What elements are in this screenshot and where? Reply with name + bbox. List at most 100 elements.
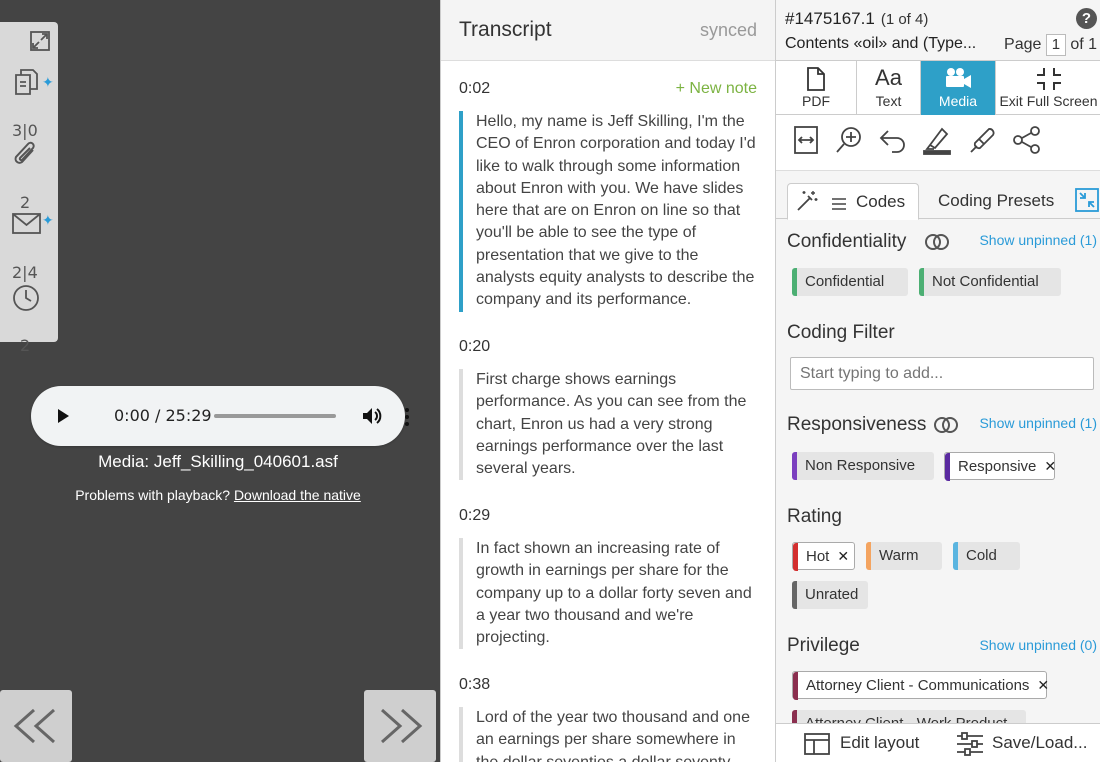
side-toolbar: ✦ 3|0 2 ✦ 2|4 2	[0, 22, 58, 355]
code-chip[interactable]: Cold	[953, 542, 1020, 570]
toolbar-count: 2|4	[12, 263, 38, 282]
transcript-segment[interactable]: 0:20 First charge shows earnings perform…	[459, 338, 759, 481]
tab-codes[interactable]: Codes	[787, 183, 919, 220]
code-chip[interactable]: Confidential	[792, 268, 908, 296]
toolbar-item-documents[interactable]: ✦ 3|0	[0, 68, 58, 140]
highlighter-icon[interactable]	[922, 125, 952, 155]
magic-wand-icon[interactable]	[795, 189, 819, 218]
code-chip-selected[interactable]: Responsive ✕	[944, 452, 1056, 481]
transcript-header: Transcript synced	[441, 0, 775, 61]
code-chip[interactable]: Not Confidential	[919, 268, 1061, 296]
section-title-privilege: Privilege	[787, 635, 860, 656]
toolbar-item-history[interactable]: 2	[0, 284, 58, 355]
pin-toggle-icon[interactable]	[924, 233, 950, 256]
share-icon[interactable]	[1012, 125, 1042, 155]
chip-label: Attorney Client - Communications	[806, 677, 1030, 694]
undo-icon[interactable]	[878, 125, 908, 155]
double-chevron-left-icon	[13, 708, 55, 744]
code-chip[interactable]: Warm	[866, 542, 942, 570]
segment-text: Hello, my name is Jeff Skilling, I'm the…	[459, 111, 759, 312]
sync-status[interactable]: synced	[700, 20, 757, 41]
code-chip-selected[interactable]: Attorney Client - Communications ✕	[792, 671, 1049, 700]
zoom-in-icon[interactable]	[834, 125, 864, 155]
toolbar-count: 2	[20, 193, 31, 212]
document-id: #1475167.1 (1 of 4)	[785, 9, 928, 29]
media-filename: Media: Jeff_Skilling_040601.asf	[98, 452, 338, 471]
remove-icon[interactable]: ✕	[1044, 458, 1056, 474]
coding-filter-input[interactable]	[790, 357, 1094, 390]
documents-icon	[12, 68, 40, 101]
sparkle-icon: ✦	[42, 74, 54, 90]
download-native-link[interactable]: Download the native	[234, 487, 361, 503]
play-icon[interactable]	[53, 406, 73, 426]
toolbar-item-attachments[interactable]: 2	[0, 140, 58, 212]
section-title-confidentiality: Confidentiality	[787, 231, 907, 252]
transcript-segment[interactable]: 0:38 Lord of the year two thousand and o…	[459, 676, 759, 762]
redact-icon[interactable]	[967, 125, 997, 155]
tab-pdf[interactable]: PDF	[776, 61, 857, 115]
save-load-button[interactable]: Save/Load...	[992, 733, 1087, 753]
tab-media[interactable]: Media	[921, 61, 996, 115]
tab-label: Media	[938, 93, 978, 109]
fit-width-icon[interactable]	[791, 125, 821, 155]
paperclip-icon	[12, 140, 40, 175]
playback-help: Problems with playback? Download the nat…	[0, 487, 436, 503]
pin-toggle-icon[interactable]	[933, 416, 959, 439]
seek-bar[interactable]	[214, 414, 336, 418]
toolbar-count: 3|0	[12, 121, 38, 140]
document-number: #1475167.1	[785, 9, 875, 28]
page-control: Page 1 of 1	[1004, 34, 1097, 56]
next-button[interactable]	[364, 690, 436, 762]
document-title: Contents «oil» and (Type...	[785, 35, 977, 52]
annotation-toolbar	[776, 115, 1100, 171]
tab-exit-fullscreen[interactable]: Exit Full Screen	[996, 61, 1100, 115]
tab-coding-presets[interactable]: Coding Presets	[938, 191, 1054, 211]
segment-timestamp[interactable]: 0:29	[459, 507, 759, 525]
collapse-icon[interactable]	[1075, 188, 1099, 212]
coding-tabs: Codes Coding Presets	[776, 171, 1100, 220]
bottom-bar: Edit layout Save/Load...	[776, 723, 1100, 762]
show-unpinned-link[interactable]: Show unpinned (1)	[979, 415, 1097, 431]
page-number-input[interactable]: 1	[1045, 34, 1066, 56]
view-tabs: PDF Aa Text Media Exit Full Screen	[776, 60, 1100, 115]
file-icon	[807, 67, 825, 91]
help-icon[interactable]: ?	[1076, 8, 1097, 29]
tab-label: Codes	[856, 192, 906, 211]
clock-icon	[12, 284, 40, 317]
list-icon	[832, 197, 846, 215]
transcript-segment[interactable]: 0:02 Hello, my name is Jeff Skilling, I'…	[459, 80, 759, 312]
edit-layout-button[interactable]: Edit layout	[840, 733, 919, 753]
toolbar-count: 2	[20, 336, 31, 355]
section-title-responsiveness: Responsiveness	[787, 414, 927, 435]
section-title-rating: Rating	[787, 506, 842, 527]
previous-button[interactable]	[0, 690, 72, 762]
coding-panel: #1475167.1 (1 of 4) ? Contents «oil» and …	[775, 0, 1100, 762]
more-options-icon[interactable]	[403, 406, 411, 428]
toolbar-item-emails[interactable]: ✦ 2|4	[0, 212, 58, 282]
code-chip[interactable]: Unrated	[792, 581, 868, 609]
chip-label: Hot	[806, 548, 830, 565]
section-title-coding-filter: Coding Filter	[787, 322, 895, 343]
segment-text: First charge shows earnings performance.…	[459, 369, 759, 481]
tab-text[interactable]: Aa Text	[857, 61, 921, 115]
page-label: Page	[1004, 36, 1042, 53]
remove-icon[interactable]: ✕	[1037, 677, 1049, 693]
player-time: 0:00 / 25:29	[114, 406, 212, 425]
transcript-segment[interactable]: 0:29 In fact shown an increasing rate of…	[459, 507, 759, 650]
segment-timestamp[interactable]: 0:38	[459, 676, 759, 694]
playback-problem-text: Problems with playback?	[75, 487, 231, 503]
tab-label: Exit Full Screen	[999, 93, 1098, 109]
segment-timestamp[interactable]: 0:20	[459, 338, 759, 356]
sliders-icon[interactable]	[956, 732, 984, 761]
code-chip[interactable]: Non Responsive	[792, 452, 934, 480]
expand-icon[interactable]	[29, 30, 51, 52]
sparkle-icon: ✦	[42, 212, 54, 228]
show-unpinned-link[interactable]: Show unpinned (0)	[979, 637, 1097, 653]
segment-timestamp[interactable]: 0:02	[459, 80, 759, 98]
code-chip-selected[interactable]: Hot ✕	[792, 542, 855, 571]
volume-icon[interactable]	[361, 406, 383, 426]
show-unpinned-link[interactable]: Show unpinned (1)	[979, 232, 1097, 248]
layout-icon[interactable]	[804, 732, 830, 761]
remove-icon[interactable]: ✕	[837, 548, 849, 564]
transcript-panel: Transcript synced + New note 0:02 Hello,…	[440, 0, 775, 762]
